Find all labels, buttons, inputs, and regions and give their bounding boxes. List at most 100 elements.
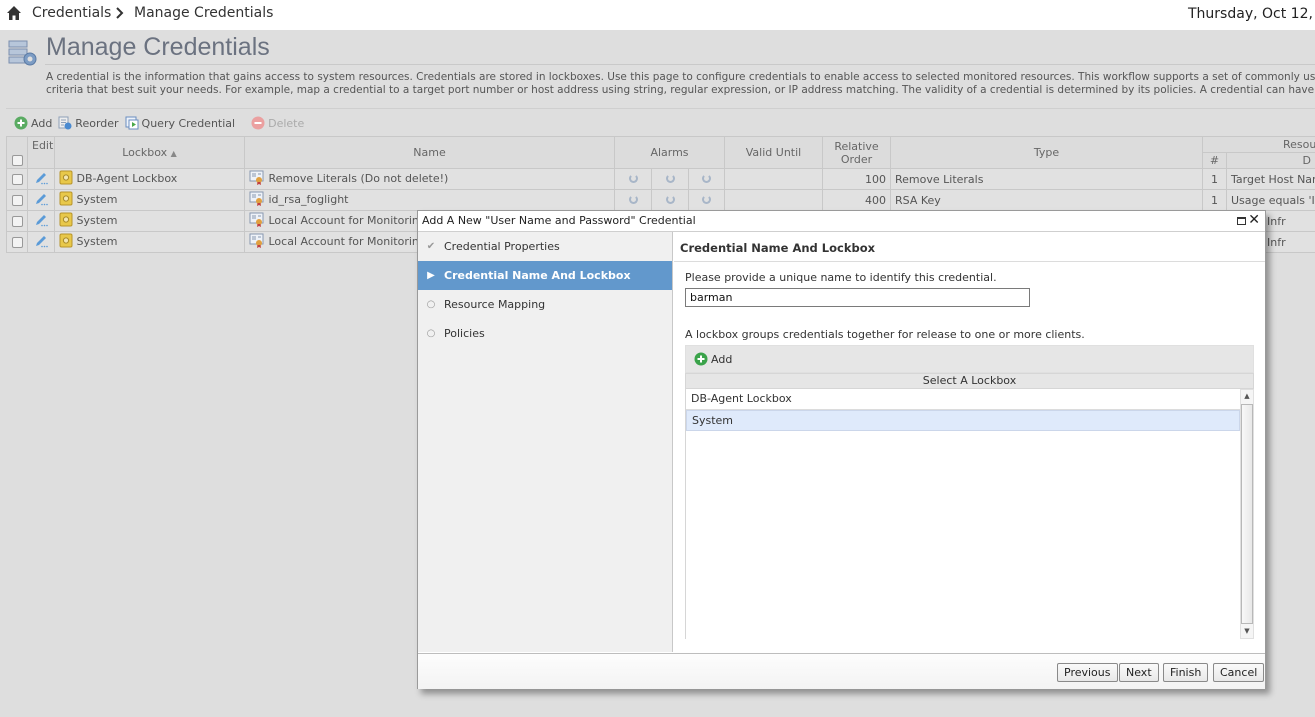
header-type[interactable]: Type bbox=[890, 136, 1203, 169]
delete-button[interactable]: Delete bbox=[251, 116, 304, 130]
scroll-up-icon[interactable]: ▲ bbox=[1241, 390, 1253, 403]
query-icon bbox=[125, 116, 139, 130]
wizard-step-label: Credential Properties bbox=[444, 240, 560, 253]
credential-name[interactable]: Remove Literals (Do not delete!) bbox=[269, 172, 449, 185]
row-checkbox-cell bbox=[6, 210, 28, 232]
valid-until-cell bbox=[724, 168, 823, 190]
resource-number-cell: 1 bbox=[1202, 168, 1227, 190]
row-checkbox[interactable] bbox=[11, 216, 23, 227]
select-all-cell bbox=[6, 136, 28, 169]
edit-pencil-icon[interactable] bbox=[34, 213, 48, 230]
name-cell: Remove Literals (Do not delete!) bbox=[244, 168, 615, 190]
credentials-toolbar: Add Reorder Query Credential Delete bbox=[14, 114, 310, 132]
chevron-right-icon bbox=[116, 7, 124, 19]
lockbox-safe-icon bbox=[59, 170, 73, 188]
cancel-button[interactable]: Cancel bbox=[1213, 663, 1265, 682]
header-name[interactable]: Name bbox=[244, 136, 615, 169]
wizard-step-label: Policies bbox=[444, 327, 485, 340]
row-checkbox[interactable] bbox=[11, 195, 23, 206]
lockbox-name: System bbox=[76, 214, 118, 227]
alarm-cell bbox=[651, 168, 689, 190]
previous-button[interactable]: Previous bbox=[1057, 663, 1118, 682]
reorder-icon bbox=[58, 116, 72, 130]
add-lockbox-button[interactable]: Add bbox=[694, 352, 732, 366]
wizard-step[interactable]: ○ Policies bbox=[418, 319, 672, 348]
loading-spinner-icon bbox=[665, 173, 675, 183]
header-resource-description: D bbox=[1225, 152, 1315, 169]
add-lockbox-label: Add bbox=[711, 352, 733, 366]
close-icon[interactable]: ✕ bbox=[1248, 212, 1260, 228]
lockbox-cell: System bbox=[54, 189, 245, 211]
wizard-step[interactable]: ▶ Credential Name And Lockbox bbox=[418, 261, 672, 290]
lockbox-cell: DB-Agent Lockbox bbox=[54, 168, 245, 190]
loading-spinner-icon bbox=[628, 173, 638, 183]
reorder-label: Reorder bbox=[75, 116, 119, 130]
lockbox-list: DB-Agent Lockbox System bbox=[685, 389, 1240, 639]
lockbox-safe-icon bbox=[59, 233, 73, 251]
table-row[interactable]: System id_rsa_foglight 400 RSA Key 1 Usage e… bbox=[6, 189, 1315, 211]
query-credential-button[interactable]: Query Credential bbox=[125, 116, 235, 130]
alarm-cell bbox=[614, 168, 652, 190]
reorder-button[interactable]: Reorder bbox=[58, 116, 119, 130]
credential-name[interactable]: id_rsa_foglight bbox=[269, 193, 349, 206]
wizard-step[interactable]: ○ Resource Mapping bbox=[418, 290, 672, 319]
finish-button[interactable]: Finish bbox=[1163, 663, 1209, 682]
dialog-footer: Previous Next Finish Cancel bbox=[418, 653, 1265, 689]
lockbox-list-item[interactable]: System bbox=[686, 410, 1240, 431]
section-divider bbox=[674, 261, 1265, 262]
name-prompt: Please provide a unique name to identify… bbox=[685, 271, 997, 284]
alarm-cell bbox=[614, 189, 652, 211]
next-button[interactable]: Next bbox=[1119, 663, 1159, 682]
header-lockbox[interactable]: Lockbox ▲ bbox=[54, 136, 245, 169]
header-relative-order[interactable]: Relative Order bbox=[822, 136, 891, 169]
credential-name[interactable]: Local Account for Monitoring Ur bbox=[269, 214, 442, 227]
description-line: criteria that best suit your needs. For … bbox=[46, 84, 1315, 96]
edit-pencil-icon[interactable] bbox=[34, 192, 48, 209]
wizard-steps: ✔ Credential Properties ▶ Credential Name A… bbox=[418, 232, 673, 652]
dialog-title-bar[interactable]: Add A New "User Name and Password" Crede… bbox=[418, 211, 1265, 232]
row-checkbox[interactable] bbox=[11, 237, 23, 248]
relative-order-cell: 100 bbox=[822, 168, 891, 190]
lockbox-scrollbar[interactable]: ▲ ▼ bbox=[1240, 389, 1254, 639]
header-valid-until[interactable]: Valid Until bbox=[724, 136, 823, 169]
lockbox-list-item[interactable]: DB-Agent Lockbox bbox=[686, 389, 1240, 410]
scroll-thumb[interactable] bbox=[1241, 404, 1253, 624]
relative-order-cell: 400 bbox=[822, 189, 891, 211]
credential-name-input[interactable] bbox=[685, 288, 1030, 307]
scroll-down-icon[interactable]: ▼ bbox=[1241, 625, 1253, 638]
valid-until-cell bbox=[724, 189, 823, 211]
lockbox-safe-icon bbox=[59, 212, 73, 230]
breadcrumb-credentials[interactable]: Credentials bbox=[32, 5, 111, 21]
loading-spinner-icon bbox=[702, 173, 711, 183]
lockbox-safe-icon bbox=[59, 191, 73, 209]
section-title: Credential Name And Lockbox bbox=[680, 241, 876, 255]
row-checkbox-cell bbox=[6, 168, 28, 190]
add-credential-dialog: Add A New "User Name and Password" Crede… bbox=[417, 210, 1266, 689]
row-checkbox-cell bbox=[6, 231, 28, 253]
alarm-cell bbox=[651, 189, 689, 211]
header-resource-number: # bbox=[1202, 152, 1227, 169]
table-row[interactable]: DB-Agent Lockbox Remove Literals (Do not… bbox=[6, 168, 1315, 190]
select-all-checkbox[interactable] bbox=[11, 154, 23, 166]
breadcrumb-manage-credentials: Manage Credentials bbox=[134, 5, 274, 21]
edit-pencil-icon[interactable] bbox=[34, 234, 48, 251]
arrow-right-icon: ▶ bbox=[427, 270, 435, 281]
check-icon: ✔ bbox=[426, 241, 436, 252]
row-checkbox[interactable] bbox=[11, 174, 23, 185]
loading-spinner-icon bbox=[628, 194, 638, 204]
delete-icon bbox=[251, 116, 265, 130]
home-icon[interactable] bbox=[6, 5, 22, 21]
sort-asc-icon: ▲ bbox=[170, 149, 177, 158]
edit-cell bbox=[27, 189, 55, 211]
credential-certificate-icon bbox=[249, 191, 265, 209]
add-button[interactable]: Add bbox=[14, 116, 52, 130]
wizard-step[interactable]: ✔ Credential Properties bbox=[418, 232, 672, 261]
circle-icon: ○ bbox=[426, 299, 436, 310]
lockbox-name: System bbox=[76, 235, 118, 248]
header-edit: Edit bbox=[27, 136, 55, 169]
resource-description-cell: Target Host Name bbox=[1225, 168, 1315, 190]
edit-cell bbox=[27, 210, 55, 232]
edit-pencil-icon[interactable] bbox=[34, 171, 48, 188]
maximize-icon[interactable] bbox=[1237, 217, 1246, 225]
wizard-step-label: Credential Name And Lockbox bbox=[444, 269, 631, 282]
